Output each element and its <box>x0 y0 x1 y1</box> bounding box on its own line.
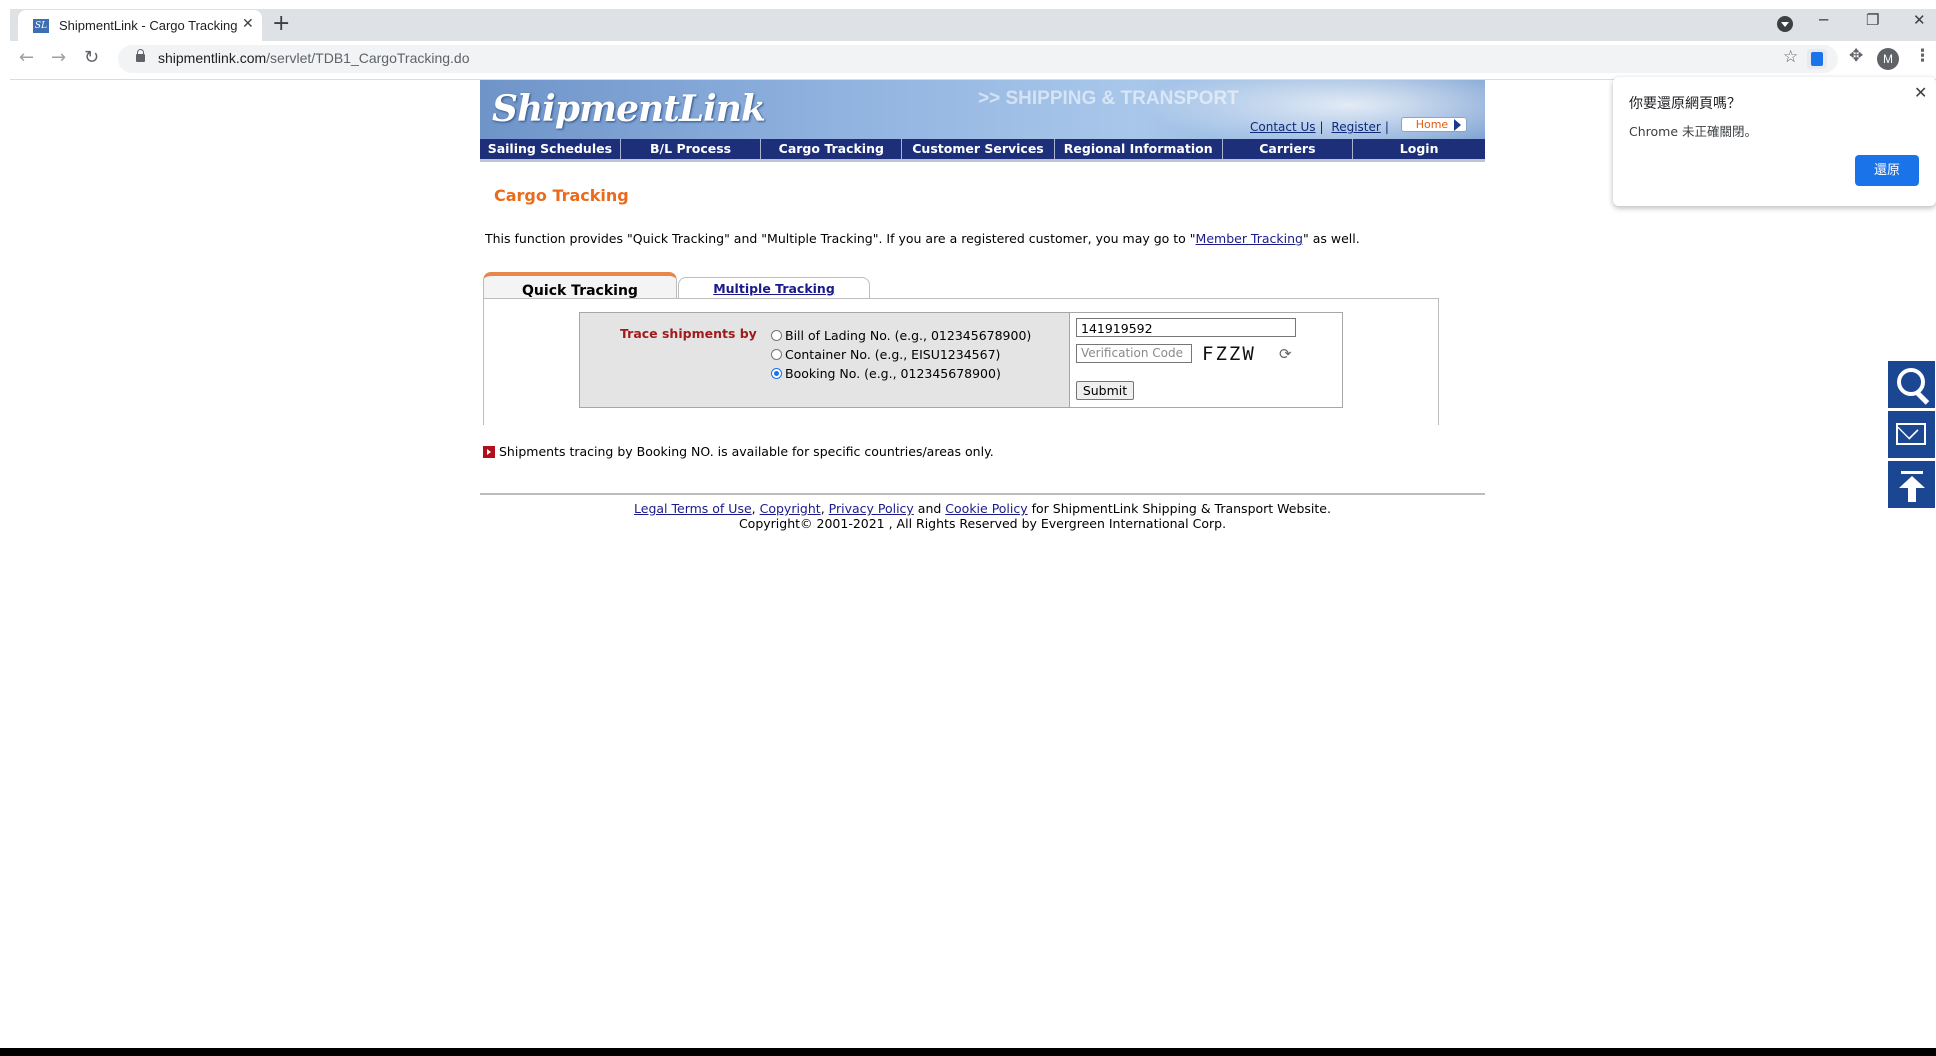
page-title: Cargo Tracking <box>494 186 629 205</box>
profile-avatar[interactable]: M <box>1877 48 1899 70</box>
minimize-icon[interactable]: ─ <box>1819 11 1828 29</box>
legal-terms-link[interactable]: Legal Terms of Use <box>634 501 752 516</box>
maximize-restore-icon[interactable]: ❐ <box>1866 11 1879 29</box>
restore-popup-title: 你要還原網頁嗎？ <box>1629 96 1741 112</box>
nav-login[interactable]: Login <box>1353 139 1485 159</box>
option-booking[interactable]: Booking No. (e.g., 012345678900) <box>771 366 1001 381</box>
copyright-link[interactable]: Copyright <box>760 501 821 516</box>
note-arrow-icon <box>483 445 495 458</box>
window-close-icon[interactable]: ✕ <box>1913 11 1926 29</box>
extensions-icon[interactable]: ✥ <box>1849 46 1863 66</box>
tab-strip: SL ShipmentLink - Cargo Tracking ✕ + ─ ❐… <box>10 9 1936 42</box>
page-content: ShipmentLink >> SHIPPING & TRANSPORT Con… <box>0 80 1936 1040</box>
register-link[interactable]: Register <box>1331 120 1380 134</box>
radio-container[interactable] <box>771 349 782 360</box>
option-bill-of-lading[interactable]: Bill of Lading No. (e.g., 012345678900) <box>771 328 1031 343</box>
radio-booking[interactable] <box>771 368 782 379</box>
search-icon[interactable] <box>1887 360 1936 409</box>
address-bar[interactable]: shipmentlink.com/servlet/TDB1_CargoTrack… <box>118 45 1838 73</box>
chrome-menu-icon[interactable]: ⋮ <box>1914 46 1931 66</box>
popup-close-icon[interactable]: ✕ <box>1914 83 1927 102</box>
booking-note: Shipments tracing by Booking NO. is avai… <box>483 444 994 459</box>
tracking-number-input[interactable]: 141919592 <box>1076 318 1296 337</box>
browser-toolbar: ← → ↻ shipmentlink.com/servlet/TDB1_Carg… <box>10 41 1936 80</box>
site-banner: ShipmentLink >> SHIPPING & TRANSPORT Con… <box>480 80 1485 139</box>
captcha-refresh-icon[interactable]: ⟳ <box>1279 345 1292 363</box>
back-icon[interactable]: ← <box>19 47 34 68</box>
forward-icon[interactable]: → <box>51 47 66 68</box>
captcha-image: FZZW <box>1202 343 1256 365</box>
nav-customer-services[interactable]: Customer Services <box>902 139 1055 159</box>
tab-close-icon[interactable]: ✕ <box>242 16 254 32</box>
mail-icon[interactable] <box>1887 410 1936 459</box>
browser-tab[interactable]: SL ShipmentLink - Cargo Tracking ✕ <box>18 10 262 42</box>
back-to-top-icon[interactable] <box>1887 460 1936 509</box>
trace-options: Trace shipments by Bill of Lading No. (e… <box>580 313 1070 407</box>
nav-bl-process[interactable]: B/L Process <box>621 139 762 159</box>
site-logo[interactable]: ShipmentLink <box>492 88 766 130</box>
taskbar-edge <box>0 1048 1936 1056</box>
member-tracking-link[interactable]: Member Tracking <box>1196 231 1303 246</box>
restore-button[interactable]: 還原 <box>1855 155 1919 186</box>
verification-code-input[interactable]: Verification Code <box>1076 344 1192 363</box>
nav-regional-information[interactable]: Regional Information <box>1055 139 1223 159</box>
trace-label: Trace shipments by <box>620 326 757 341</box>
tracking-inputs: 141919592 Verification Code FZZW ⟳ Submi… <box>1070 313 1342 407</box>
nav-carriers[interactable]: Carriers <box>1223 139 1354 159</box>
tab-search-icon[interactable] <box>1777 16 1793 32</box>
privacy-policy-link[interactable]: Privacy Policy <box>829 501 914 516</box>
cookie-policy-link[interactable]: Cookie Policy <box>945 501 1027 516</box>
lock-icon[interactable] <box>136 49 145 62</box>
tab-title: ShipmentLink - Cargo Tracking <box>59 18 238 33</box>
translate-icon[interactable] <box>1807 49 1827 69</box>
reload-icon[interactable]: ↻ <box>84 47 99 68</box>
site-tagline: >> SHIPPING & TRANSPORT <box>978 88 1239 109</box>
copyright-text: Copyright© 2001-2021 , All Rights Reserv… <box>738 516 1227 531</box>
option-container[interactable]: Container No. (e.g., EISU1234567) <box>771 347 1000 362</box>
nav-cargo-tracking[interactable]: Cargo Tracking <box>761 139 903 159</box>
site-footer: Legal Terms of Use, Copyright, Privacy P… <box>480 501 1485 531</box>
intro-text: This function provides "Quick Tracking" … <box>485 231 1360 246</box>
restore-pages-popup: 你要還原網頁嗎？ Chrome 未正確關閉。 ✕ 還原 <box>1613 77 1936 206</box>
tracking-form: Trace shipments by Bill of Lading No. (e… <box>579 312 1343 408</box>
url-text[interactable]: shipmentlink.com/servlet/TDB1_CargoTrack… <box>158 50 470 66</box>
quick-tracking-panel: Trace shipments by Bill of Lading No. (e… <box>483 298 1439 425</box>
main-nav: Sailing Schedules B/L Process Cargo Trac… <box>480 139 1485 162</box>
radio-bill-of-lading[interactable] <box>771 330 782 341</box>
home-button[interactable]: Home <box>1400 117 1468 132</box>
submit-button[interactable]: Submit <box>1076 381 1134 400</box>
site-favicon-icon: SL <box>33 19 49 33</box>
restore-popup-message: Chrome 未正確關閉。 <box>1629 124 1758 139</box>
browser-window: SL ShipmentLink - Cargo Tracking ✕ + ─ ❐… <box>0 0 1936 1056</box>
contact-us-link[interactable]: Contact Us <box>1250 120 1316 134</box>
footer-divider <box>480 493 1485 495</box>
top-links: Contact Us | Register | Home <box>1250 117 1468 135</box>
bookmark-star-icon[interactable]: ☆ <box>1783 47 1798 67</box>
nav-sailing-schedules[interactable]: Sailing Schedules <box>480 139 621 159</box>
new-tab-button[interactable]: + <box>272 12 290 36</box>
